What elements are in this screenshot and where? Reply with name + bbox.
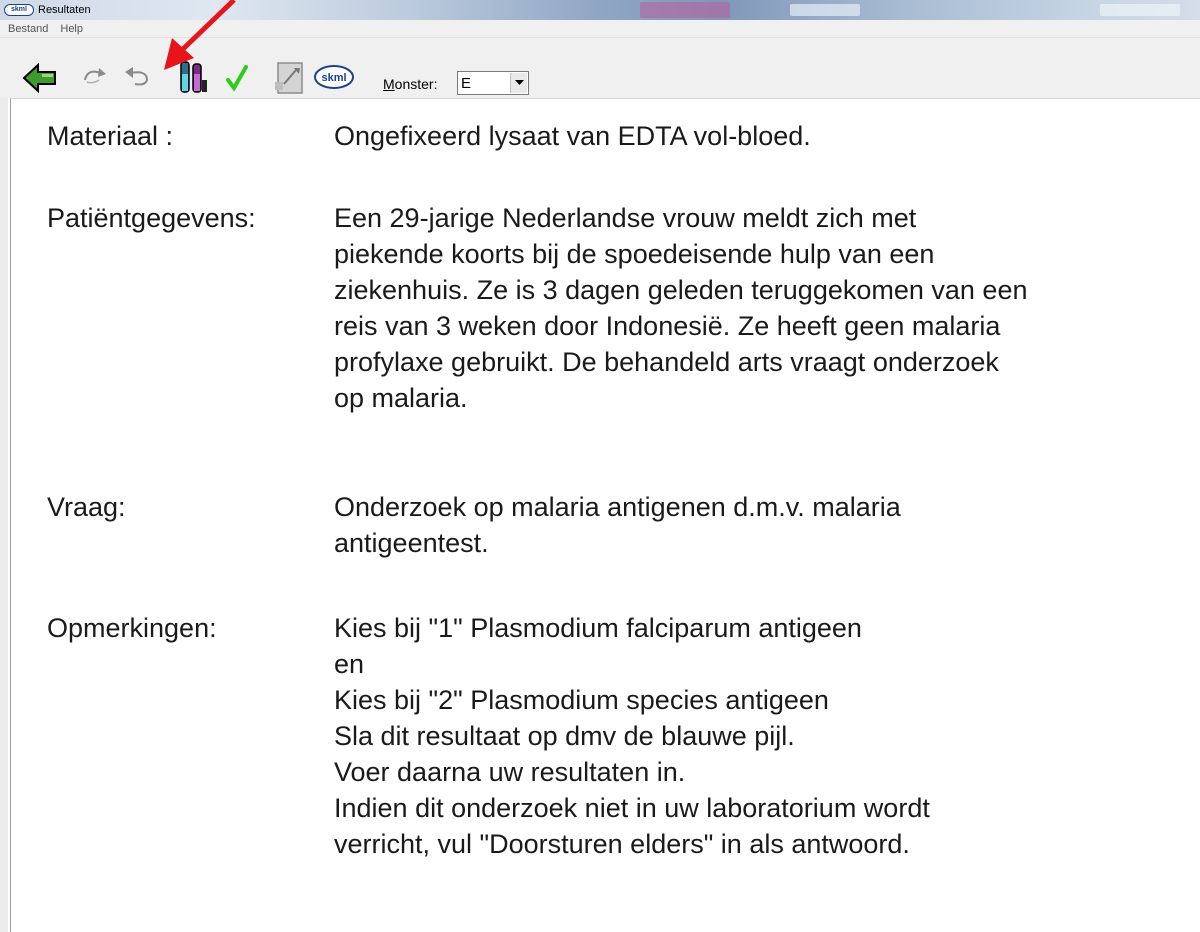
vraag-label: Vraag: — [47, 492, 126, 522]
menu-help[interactable]: Help — [52, 23, 87, 35]
section-patientgegevens: Patiëntgegevens: Een 29-jarige Nederland… — [47, 200, 1200, 416]
blurred-taskbar-item — [1100, 4, 1180, 16]
materiaal-label: Materiaal : — [47, 121, 174, 151]
text-line: piekende koorts bij de spoedeisende hulp… — [334, 239, 935, 269]
back-arrow-icon[interactable] — [22, 62, 58, 94]
case-description-pane: Materiaal : Ongefixeerd lysaat van EDTA … — [10, 98, 1200, 932]
svg-text:skml: skml — [321, 72, 346, 84]
monster-select[interactable]: E — [457, 71, 529, 95]
text-line: op malaria. — [334, 383, 468, 413]
patientgegevens-label: Patiëntgegevens: — [47, 203, 256, 233]
left-edge — [0, 98, 8, 932]
vraag-value: Onderzoek op malaria antigenen d.m.v. ma… — [334, 489, 1200, 561]
text-line: Voer daarna uw resultaten in. — [334, 757, 686, 787]
text-line: ziekenhuis. Ze is 3 dagen geleden terugg… — [334, 275, 1028, 305]
opmerkingen-label: Opmerkingen: — [47, 613, 217, 643]
text-line: verricht, vul "Doorsturen elders" in als… — [334, 829, 910, 859]
text-line: antigeentest. — [334, 528, 489, 558]
opmerkingen-value: Kies bij "1" Plasmodium falciparum antig… — [334, 610, 1200, 862]
text-line: Kies bij "1" Plasmodium falciparum antig… — [334, 613, 862, 643]
dropdown-arrow-icon[interactable] — [510, 73, 527, 93]
text-line: profylaxe gebruikt. De behandeld arts vr… — [334, 347, 999, 377]
redo-icon[interactable] — [81, 64, 109, 90]
text-line: Kies bij "2" Plasmodium species antigeen — [334, 685, 829, 715]
text-line: Een 29-jarige Nederlandse vrouw meldt zi… — [334, 203, 917, 233]
undo-icon[interactable] — [121, 64, 153, 90]
menu-bestand[interactable]: Bestand — [0, 23, 52, 35]
text-line: Indien dit onderzoek niet in uw laborato… — [334, 793, 930, 823]
app-icon: skml — [4, 4, 34, 16]
red-annotation-arrow-icon — [164, 0, 236, 70]
materiaal-value: Ongefixeerd lysaat van EDTA vol-bloed. — [334, 118, 1200, 154]
section-opmerkingen: Opmerkingen: Kies bij "1" Plasmodium fal… — [47, 610, 1200, 862]
blurred-taskbar-item — [640, 2, 730, 18]
window-title: Resultaten — [38, 4, 91, 16]
document-arrow-icon[interactable] — [274, 60, 308, 96]
blurred-taskbar-item — [790, 4, 860, 16]
section-vraag: Vraag: Onderzoek op malaria antigenen d.… — [47, 489, 1200, 561]
patientgegevens-value: Een 29-jarige Nederlandse vrouw meldt zi… — [334, 200, 1200, 416]
monster-select-value: E — [461, 75, 472, 92]
monster-label: Monster: — [383, 76, 438, 92]
text-line: Sla dit resultaat op dmv de blauwe pijl. — [334, 721, 795, 751]
text-line: reis van 3 weken door Indonesië. Ze heef… — [334, 311, 1001, 341]
skml-logo-icon[interactable]: skml — [313, 64, 355, 90]
section-materiaal: Materiaal : Ongefixeerd lysaat van EDTA … — [47, 118, 1200, 154]
text-line: en — [334, 649, 365, 679]
text-line: Ongefixeerd lysaat van EDTA vol-bloed. — [334, 121, 811, 151]
text-line: Onderzoek op malaria antigenen d.m.v. ma… — [334, 492, 901, 522]
